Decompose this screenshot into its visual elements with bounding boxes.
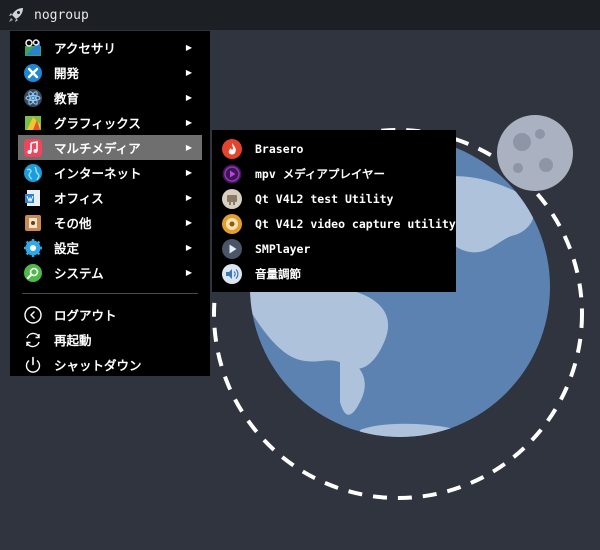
menu-item-label: 教育 — [54, 91, 80, 106]
submenu-arrow-icon: ▶ — [185, 268, 192, 277]
moon — [497, 115, 573, 191]
menu-item-education[interactable]: 教育 ▶ — [18, 85, 202, 110]
menu-item-label: グラフィックス — [54, 116, 141, 131]
graphics-icon — [25, 115, 41, 130]
submenu-item-label: Qt V4L2 test Utility — [255, 191, 394, 206]
submenu-item-brasero[interactable]: Brasero — [212, 136, 456, 161]
multimedia-icon — [24, 138, 42, 157]
menu-item-label: 開発 — [54, 66, 80, 81]
rocket-icon[interactable] — [6, 5, 26, 25]
submenu-arrow-icon: ▶ — [185, 218, 192, 227]
submenu-arrow-icon: ▶ — [185, 118, 192, 127]
mpv-icon — [222, 164, 242, 183]
submenu-item-label: Qt V4L2 video capture utility — [255, 216, 456, 231]
development-icon — [24, 63, 42, 82]
qvidcap-icon — [222, 213, 242, 234]
menu-item-label: オフィス — [54, 191, 104, 206]
menu-item-label: その他 — [54, 216, 92, 231]
settings-icon — [24, 238, 42, 257]
internet-icon — [24, 163, 42, 182]
submenu-item-qvidcap[interactable]: Qt V4L2 video capture utility — [212, 211, 456, 236]
submenu-arrow-icon: ▶ — [185, 168, 192, 177]
menu-item-accessories[interactable]: アクセサリ ▶ — [18, 35, 202, 60]
logout-icon — [24, 305, 42, 324]
submenu-item-mpv[interactable]: mpv メディアプレイヤー — [212, 161, 456, 186]
top-panel: nogroup — [0, 0, 600, 30]
volume-icon — [222, 263, 242, 284]
application-menu: アクセサリ ▶ 開発 ▶ 教育 ▶ グラフィックス ▶ マルチメディア ▶ イン… — [10, 31, 210, 376]
submenu-item-volume[interactable]: 音量調節 — [212, 261, 456, 286]
menu-item-label: インターネット — [54, 166, 142, 181]
submenu-item-smplayer[interactable]: SMPlayer — [212, 236, 456, 261]
menu-item-label: 設定 — [54, 241, 80, 256]
brasero-icon — [222, 138, 242, 159]
office-icon — [25, 189, 40, 206]
menu-item-development[interactable]: 開発 ▶ — [18, 60, 202, 85]
submenu-item-label: 音量調節 — [255, 266, 301, 281]
menu-item-graphics[interactable]: グラフィックス ▶ — [18, 110, 202, 135]
submenu-item-label: mpv メディアプレイヤー — [255, 166, 386, 181]
menu-item-shutdown[interactable]: シャットダウン — [18, 352, 202, 377]
smplayer-icon — [222, 238, 242, 259]
submenu-arrow-icon: ▶ — [185, 43, 192, 52]
menu-item-internet[interactable]: インターネット ▶ — [18, 160, 202, 185]
submenu-arrow-icon: ▶ — [185, 193, 192, 202]
menu-item-label: アクセサリ — [54, 41, 116, 56]
qv4l2-icon — [222, 188, 242, 209]
menu-separator — [22, 293, 198, 294]
menu-item-restart[interactable]: 再起動 — [18, 327, 202, 352]
submenu-arrow-icon: ▶ — [185, 68, 192, 77]
submenu-item-label: Brasero — [255, 141, 304, 156]
shutdown-icon — [25, 356, 41, 373]
submenu-item-qv4l2[interactable]: Qt V4L2 test Utility — [212, 186, 456, 211]
accessories-icon — [25, 38, 41, 56]
submenu-item-label: SMPlayer — [255, 241, 311, 256]
menu-item-system[interactable]: システム ▶ — [18, 260, 202, 285]
group-name-label: nogroup — [34, 7, 89, 23]
menu-item-label: マルチメディア — [54, 141, 141, 156]
submenu-arrow-icon: ▶ — [185, 93, 192, 102]
menu-item-settings[interactable]: 設定 ▶ — [18, 235, 202, 260]
menu-item-label: 再起動 — [54, 333, 92, 348]
menu-item-other[interactable]: その他 ▶ — [18, 210, 202, 235]
restart-icon — [26, 332, 40, 347]
menu-item-label: シャットダウン — [54, 358, 142, 373]
menu-item-multimedia[interactable]: マルチメディア ▶ — [18, 135, 202, 160]
menu-item-label: システム — [54, 266, 104, 281]
menu-item-label: ログアウト — [54, 308, 117, 323]
menu-item-office[interactable]: オフィス ▶ — [18, 185, 202, 210]
submenu-arrow-icon: ▶ — [185, 143, 192, 152]
education-icon — [24, 88, 42, 107]
system-icon — [24, 263, 42, 282]
submenu-arrow-icon: ▶ — [185, 243, 192, 252]
multimedia-submenu: Brasero mpv メディアプレイヤー Qt V4L2 test Utili… — [212, 130, 456, 292]
menu-item-logout[interactable]: ログアウト — [18, 302, 202, 327]
other-icon — [25, 214, 41, 231]
